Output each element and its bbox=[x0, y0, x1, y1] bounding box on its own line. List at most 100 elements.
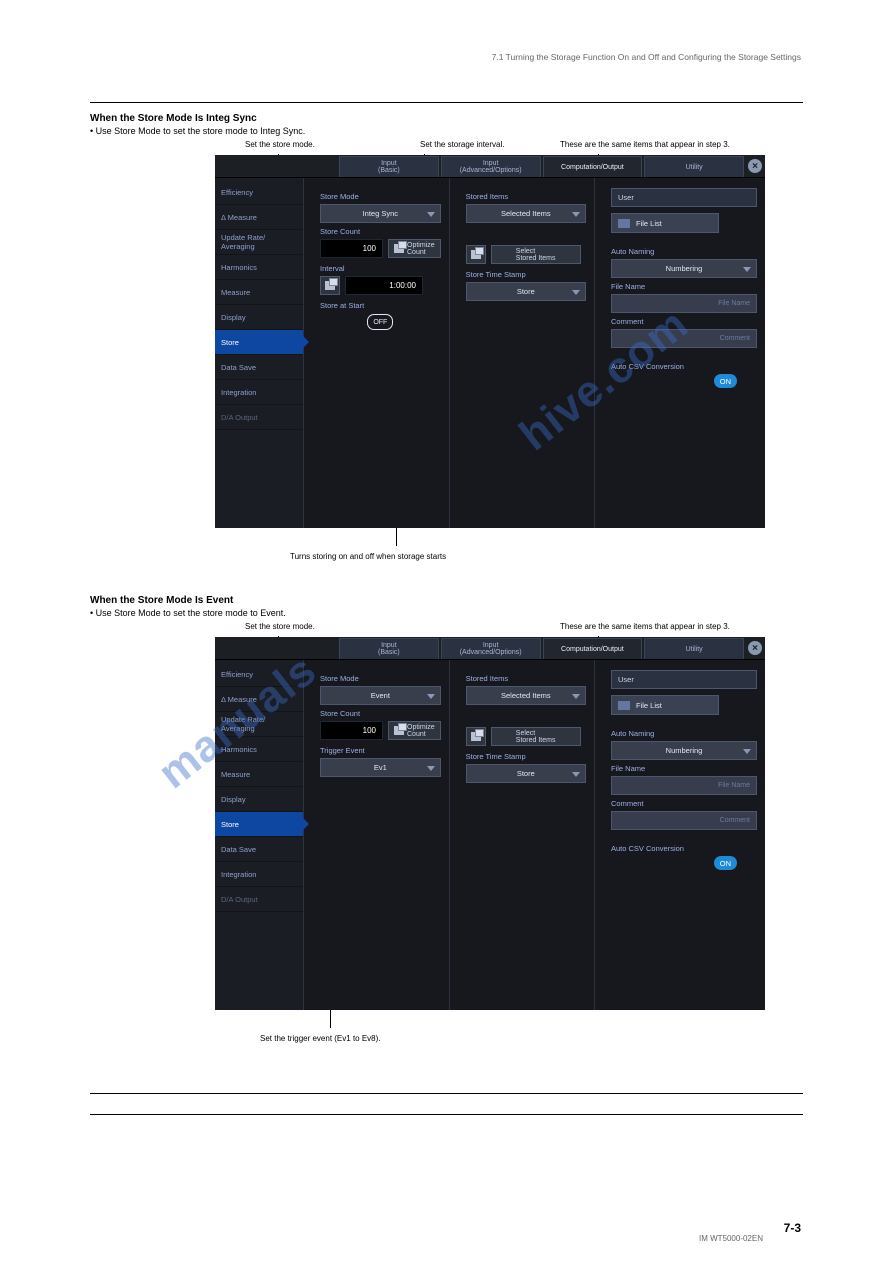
pane-left: Store Mode Event Store Count 100 Optimiz… bbox=[304, 660, 450, 1010]
dropdown-auto-naming[interactable]: Numbering bbox=[611, 259, 757, 278]
tab-utility[interactable]: Utility bbox=[644, 638, 744, 659]
dropdown-store-time-stamp[interactable]: Store bbox=[466, 764, 586, 783]
callout-text: These are the same items that appear in … bbox=[560, 140, 730, 149]
button-file-list[interactable]: File List bbox=[611, 695, 719, 715]
input-file-name[interactable]: File Name bbox=[611, 776, 757, 795]
footer-note: IM WT5000-02EN bbox=[699, 1234, 763, 1243]
screenshot-integ-sync: Input(Basic) Input(Advanced/Options) Com… bbox=[215, 155, 765, 528]
sidebar-item-update-rate[interactable]: Update Rate/Averaging bbox=[215, 712, 303, 737]
sidebar-item-efficiency[interactable]: Efficiency bbox=[215, 180, 303, 205]
button-interval-popup[interactable] bbox=[320, 276, 340, 295]
sidebar-item-harmonics[interactable]: Harmonics bbox=[215, 737, 303, 762]
sidebar-item-da-output[interactable]: D/A Output bbox=[215, 405, 303, 430]
sidebar-item-delta-measure[interactable]: Δ Measure bbox=[215, 205, 303, 230]
tab-computation-output[interactable]: Computation/Output bbox=[543, 638, 643, 659]
label-file-name: File Name bbox=[611, 764, 757, 773]
pane-center: Stored Items Selected Items SelectStored… bbox=[450, 178, 595, 528]
tab-input-advanced[interactable]: Input(Advanced/Options) bbox=[441, 156, 541, 177]
button-optimize-count[interactable]: OptimizeCount bbox=[388, 239, 441, 258]
folder-icon bbox=[618, 701, 630, 710]
input-store-count[interactable]: 100 bbox=[320, 721, 383, 740]
popup-icon bbox=[394, 726, 404, 735]
button-select-stored-popup[interactable] bbox=[466, 245, 486, 264]
label-stored-items: Stored Items bbox=[466, 674, 586, 683]
popup-icon bbox=[471, 250, 481, 259]
dropdown-auto-naming[interactable]: Numbering bbox=[611, 741, 757, 760]
sidebar-item-data-save[interactable]: Data Save bbox=[215, 355, 303, 380]
section-bullet: • Use Store Mode to set the store mode t… bbox=[90, 126, 803, 136]
button-select-stored-items[interactable]: SelectStored Items bbox=[491, 727, 581, 746]
bullet-text: Use Store Mode to set the store mode to … bbox=[96, 126, 306, 136]
dropdown-stored-items[interactable]: Selected Items bbox=[466, 204, 586, 223]
close-button[interactable]: × bbox=[745, 155, 765, 177]
label-trigger-event: Trigger Event bbox=[320, 746, 441, 755]
bullet-text: Use Store Mode to set the store mode to … bbox=[96, 608, 286, 618]
input-comment[interactable]: Comment bbox=[611, 329, 757, 348]
pane-right: User File List Auto Naming Numbering Fil… bbox=[595, 660, 765, 1010]
tab-computation-output[interactable]: Computation/Output bbox=[543, 156, 643, 177]
sidebar: Efficiency Δ Measure Update Rate/Averagi… bbox=[215, 178, 304, 528]
sidebar-item-efficiency[interactable]: Efficiency bbox=[215, 662, 303, 687]
callout-text: Turns storing on and off when storage st… bbox=[290, 552, 803, 561]
button-optimize-count[interactable]: OptimizeCount bbox=[388, 721, 441, 740]
sidebar-item-integration[interactable]: Integration bbox=[215, 380, 303, 405]
dropdown-trigger-event[interactable]: Ev1 bbox=[320, 758, 441, 777]
label-comment: Comment bbox=[611, 317, 757, 326]
button-file-list[interactable]: File List bbox=[611, 213, 719, 233]
label-auto-naming: Auto Naming bbox=[611, 729, 757, 738]
callout-text: Set the storage interval. bbox=[420, 140, 505, 149]
tab-input-basic[interactable]: Input(Basic) bbox=[339, 638, 439, 659]
label-store-count: Store Count bbox=[320, 227, 441, 236]
popup-icon bbox=[471, 732, 481, 741]
section-bullet: • Use Store Mode to set the store mode t… bbox=[90, 608, 803, 618]
callout-text: Set the store mode. bbox=[245, 622, 315, 631]
sidebar-item-delta-measure[interactable]: Δ Measure bbox=[215, 687, 303, 712]
toggle-auto-csv[interactable]: ON bbox=[714, 374, 737, 388]
tab-utility[interactable]: Utility bbox=[644, 156, 744, 177]
sidebar-item-data-save[interactable]: Data Save bbox=[215, 837, 303, 862]
label-auto-csv: Auto CSV Conversion bbox=[611, 844, 757, 853]
tab-input-basic[interactable]: Input(Basic) bbox=[339, 156, 439, 177]
button-select-stored-popup[interactable] bbox=[466, 727, 486, 746]
input-comment[interactable]: Comment bbox=[611, 811, 757, 830]
close-button[interactable]: × bbox=[745, 637, 765, 659]
toggle-store-at-start[interactable]: OFF bbox=[367, 314, 393, 330]
callout-text: Set the trigger event (Ev1 to Ev8). bbox=[260, 1034, 803, 1043]
sidebar-item-store[interactable]: Store bbox=[215, 812, 303, 837]
close-icon: × bbox=[748, 159, 762, 173]
sidebar-item-integration[interactable]: Integration bbox=[215, 862, 303, 887]
label-auto-csv: Auto CSV Conversion bbox=[611, 362, 757, 371]
dropdown-store-mode[interactable]: Integ Sync bbox=[320, 204, 441, 223]
sidebar-item-update-rate[interactable]: Update Rate/Averaging bbox=[215, 230, 303, 255]
dropdown-store-time-stamp[interactable]: Store bbox=[466, 282, 586, 301]
input-file-name[interactable]: File Name bbox=[611, 294, 757, 313]
label-store-mode: Store Mode bbox=[320, 674, 441, 683]
pane-left: Store Mode Integ Sync Store Count 100 Op… bbox=[304, 178, 450, 528]
sidebar-item-measure[interactable]: Measure bbox=[215, 280, 303, 305]
dropdown-stored-items[interactable]: Selected Items bbox=[466, 686, 586, 705]
label-file-name: File Name bbox=[611, 282, 757, 291]
label-store-time-stamp: Store Time Stamp bbox=[466, 270, 586, 279]
sidebar-item-store[interactable]: Store bbox=[215, 330, 303, 355]
toggle-auto-csv[interactable]: ON bbox=[714, 856, 737, 870]
dropdown-store-mode[interactable]: Event bbox=[320, 686, 441, 705]
button-select-stored-items[interactable]: SelectStored Items bbox=[491, 245, 581, 264]
screenshot-event: Input(Basic) Input(Advanced/Options) Com… bbox=[215, 637, 765, 1010]
user-header[interactable]: User bbox=[611, 670, 757, 689]
input-store-count[interactable]: 100 bbox=[320, 239, 383, 258]
sidebar: Efficiency Δ Measure Update Rate/Averagi… bbox=[215, 660, 304, 1010]
btn-label: File List bbox=[636, 701, 662, 710]
callout-text: Set the store mode. bbox=[245, 140, 315, 149]
user-header[interactable]: User bbox=[611, 188, 757, 207]
sidebar-item-measure[interactable]: Measure bbox=[215, 762, 303, 787]
sidebar-item-display[interactable]: Display bbox=[215, 305, 303, 330]
tab-input-advanced[interactable]: Input(Advanced/Options) bbox=[441, 638, 541, 659]
sidebar-item-harmonics[interactable]: Harmonics bbox=[215, 255, 303, 280]
sidebar-item-display[interactable]: Display bbox=[215, 787, 303, 812]
label-store-count: Store Count bbox=[320, 709, 441, 718]
label-interval: Interval bbox=[320, 264, 441, 273]
btn-label: OptimizeCount bbox=[407, 242, 435, 256]
page-header-note: 7.1 Turning the Storage Function On and … bbox=[492, 52, 801, 62]
input-interval[interactable]: 1:00:00 bbox=[345, 276, 423, 295]
sidebar-item-da-output[interactable]: D/A Output bbox=[215, 887, 303, 912]
